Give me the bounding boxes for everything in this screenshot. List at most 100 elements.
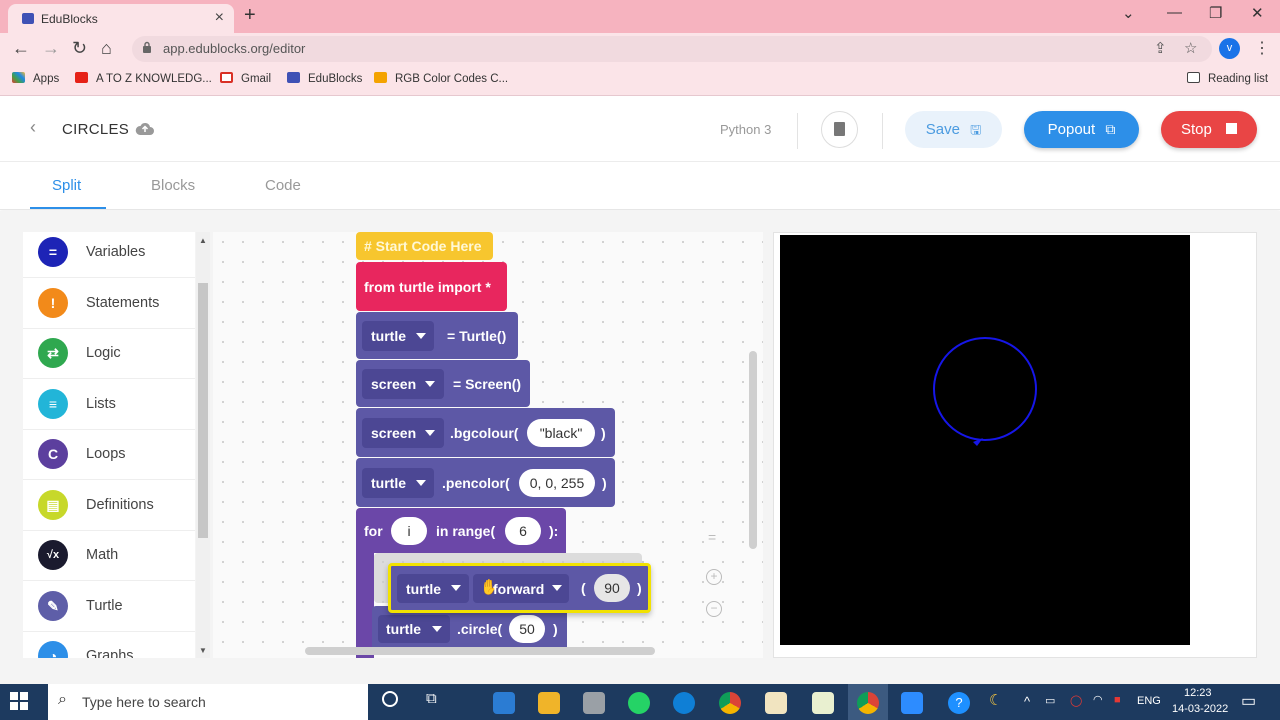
loop-variable-field[interactable]: i: [391, 517, 427, 545]
start-code-block[interactable]: # Start Code Here: [356, 232, 493, 260]
tab-code[interactable]: Code: [265, 177, 301, 194]
screen-var-dropdown[interactable]: screen: [362, 418, 444, 448]
popout-button[interactable]: Popout ⧉: [1024, 111, 1139, 148]
show-hidden-icons[interactable]: ^: [1024, 694, 1030, 709]
share-icon[interactable]: ⇪: [1154, 39, 1167, 57]
chrome-icon[interactable]: [719, 692, 741, 714]
bookmark-star-icon[interactable]: ☆: [1184, 39, 1197, 57]
language-indicator[interactable]: ENG: [1137, 695, 1161, 707]
category-definitions[interactable]: ▤ Definitions: [23, 480, 195, 531]
taskbar-search-box[interactable]: ⌕ Type here to search: [48, 684, 368, 720]
category-math[interactable]: √x Math: [23, 530, 195, 581]
new-tab-icon[interactable]: +: [244, 4, 256, 27]
notes-app-icon[interactable]: [493, 692, 515, 714]
category-graphs[interactable]: ◔ Graphs: [23, 631, 195, 658]
forward-distance-field[interactable]: 90: [594, 574, 630, 602]
tab-split[interactable]: Split: [52, 177, 81, 194]
clock-date[interactable]: 14-03-2022: [1172, 703, 1228, 715]
import-block[interactable]: from turtle import *: [356, 262, 507, 311]
tab-search-chevron-icon[interactable]: ⌄: [1122, 4, 1135, 22]
turtle-var-dropdown[interactable]: turtle: [378, 615, 450, 643]
cloud-upload-icon[interactable]: [135, 121, 155, 136]
project-title[interactable]: CIRCLES: [62, 121, 129, 138]
scroll-down-icon[interactable]: ▼: [199, 646, 207, 655]
dropdown-arrow-icon: [552, 585, 562, 591]
workspace-horizontal-scrollbar[interactable]: [305, 647, 655, 655]
chrome-menu-icon[interactable]: ⋮: [1254, 38, 1270, 58]
category-statements[interactable]: ! Statements: [23, 278, 195, 329]
app-icon-2[interactable]: [812, 692, 834, 714]
category-lists[interactable]: ≡ Lists: [23, 379, 195, 430]
back-arrow-icon[interactable]: ←: [12, 38, 30, 59]
for-loop-block[interactable]: for i in range( 6 ):: [356, 508, 566, 553]
address-bar[interactable]: app.edublocks.org/editor ⇪ ☆: [132, 36, 1212, 62]
help-icon[interactable]: ?: [948, 692, 970, 714]
category-loops[interactable]: C Loops: [23, 429, 195, 480]
app-header: ‹ CIRCLES Python 3 Save 🖫 Popout ⧉ Stop: [0, 97, 1280, 162]
task-view-icon[interactable]: ⧉: [426, 690, 437, 707]
turtle-var-dropdown[interactable]: turtle: [397, 574, 469, 603]
home-icon[interactable]: ⌂: [101, 38, 112, 59]
bgcolour-block[interactable]: screen .bgcolour( "black" ): [356, 408, 615, 457]
screen-var-dropdown[interactable]: screen: [362, 369, 444, 399]
bookmark-gmail[interactable]: Gmail: [220, 72, 271, 85]
forward-block-dragging[interactable]: turtle ✋ forward ( 90 ): [388, 563, 651, 613]
turtle-assign-block[interactable]: turtle = Turtle(): [356, 312, 518, 359]
method-dropdown[interactable]: ✋ forward: [473, 574, 569, 603]
circle-radius-field[interactable]: 50: [509, 615, 545, 643]
reload-icon[interactable]: ↻: [72, 38, 87, 59]
browser-tab[interactable]: EduBlocks ×: [8, 4, 234, 33]
pencolor-block[interactable]: turtle .pencolor( 0, 0, 255 ): [356, 458, 615, 507]
network-drive-icon[interactable]: ▭: [1045, 694, 1055, 707]
close-tab-icon[interactable]: ×: [215, 9, 224, 27]
opera-icon[interactable]: ◯: [1070, 694, 1082, 707]
tab-blocks[interactable]: Blocks: [151, 177, 195, 194]
night-mode-icon[interactable]: ☾: [989, 691, 1002, 709]
bgcolour-value-field[interactable]: "black": [527, 419, 595, 447]
whatsapp-icon[interactable]: [628, 692, 650, 714]
category-turtle[interactable]: ✎ Turtle: [23, 581, 195, 632]
workspace-vertical-scrollbar[interactable]: [749, 351, 757, 549]
header-divider: [882, 113, 883, 149]
stop-button[interactable]: Stop: [1161, 111, 1257, 148]
bookmark-edublocks[interactable]: EduBlocks: [287, 72, 362, 85]
zoom-out-icon[interactable]: −: [706, 601, 722, 617]
turtle-var-dropdown[interactable]: turtle: [362, 321, 434, 351]
edge-icon[interactable]: [673, 692, 695, 714]
file-explorer-icon[interactable]: [538, 692, 560, 714]
clock-time[interactable]: 12:23: [1184, 687, 1212, 699]
save-button[interactable]: Save 🖫: [905, 111, 1002, 148]
windows-start-icon[interactable]: [10, 692, 28, 710]
cortana-icon[interactable]: [382, 691, 398, 707]
notification-center-icon[interactable]: ▭: [1241, 691, 1256, 711]
reading-list[interactable]: Reading list: [1187, 72, 1268, 85]
app-icon-1[interactable]: [765, 692, 787, 714]
sidebar-scroll-thumb[interactable]: [198, 283, 208, 538]
range-value-field[interactable]: 6: [505, 517, 541, 545]
turtle-var-dropdown[interactable]: turtle: [362, 468, 434, 498]
forward-arrow-icon[interactable]: →: [42, 38, 60, 59]
minimize-icon[interactable]: —: [1167, 4, 1182, 21]
profile-avatar[interactable]: v: [1219, 38, 1240, 59]
view-tabs: Split Blocks Code: [0, 163, 1280, 210]
zoom-in-icon[interactable]: +: [706, 569, 722, 585]
antivirus-icon[interactable]: ■: [1114, 694, 1121, 706]
bookmark-rgb[interactable]: RGB Color Codes C...: [374, 72, 508, 85]
restore-icon[interactable]: ❐: [1209, 4, 1222, 22]
docs-button[interactable]: [821, 111, 858, 148]
category-variables[interactable]: = Variables: [23, 232, 195, 278]
bookmark-apps[interactable]: Apps: [12, 72, 59, 85]
recenter-icon[interactable]: =: [708, 529, 716, 545]
back-chevron-icon[interactable]: ‹: [30, 117, 36, 138]
screen-assign-block[interactable]: screen = Screen(): [356, 360, 530, 407]
pencolor-value-field[interactable]: 0, 0, 255: [519, 469, 595, 497]
active-chrome-taskbar-item[interactable]: [848, 684, 888, 720]
wifi-icon[interactable]: ◠: [1093, 693, 1103, 706]
scroll-up-icon[interactable]: ▲: [199, 236, 207, 245]
category-logic[interactable]: ⇄ Logic: [23, 328, 195, 379]
drawn-circle: [933, 337, 1037, 441]
calculator-icon[interactable]: [583, 692, 605, 714]
bookmark-atoz[interactable]: A TO Z KNOWLEDG...: [75, 72, 212, 85]
window-close-icon[interactable]: ✕: [1251, 4, 1264, 22]
zoom-app-icon[interactable]: [901, 692, 923, 714]
